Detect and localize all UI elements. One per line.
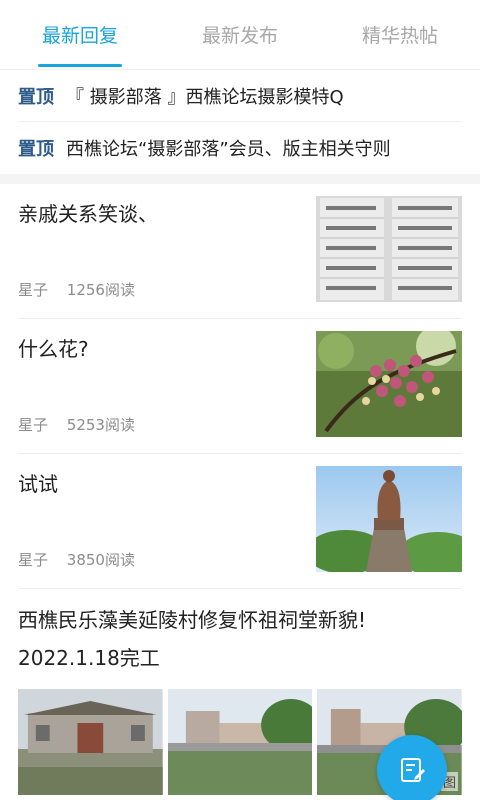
tab-latest-reply[interactable]: 最新回复 (0, 0, 160, 69)
post-item[interactable]: 什么花? 星子 5253阅读 (18, 319, 462, 454)
post-title-line: 西樵民乐藻美延陵村修复怀祖祠堂新貌! (18, 608, 367, 632)
post-meta: 星子 1256阅读 (18, 279, 135, 300)
post-author: 星子 (18, 281, 49, 299)
statue-image[interactable] (316, 466, 462, 572)
post-title: 什么花? (18, 337, 89, 361)
post-title: 亲戚关系笑谈、 (18, 202, 158, 226)
post-item[interactable]: 亲戚关系笑谈、 星子 1256阅读 (18, 184, 462, 319)
post-item[interactable]: 试试 星子 3850阅读 (18, 454, 462, 589)
post-title-line: 2022.1.18完工 (18, 646, 160, 670)
post-meta: 星子 5253阅读 (18, 414, 135, 435)
pinned-item[interactable]: 置顶 『 摄影部落 』西樵论坛摄影模特Q (18, 70, 462, 122)
pinned-tag: 置顶 (18, 139, 54, 160)
post-author: 星子 (18, 551, 49, 569)
pinned-tag: 置顶 (18, 86, 54, 108)
post-reads: 5253阅读 (66, 416, 135, 434)
pinned-title: 西樵论坛“摄影部落”会员、版主相关守则 (66, 139, 391, 160)
tab-latest-post[interactable]: 最新发布 (160, 0, 320, 69)
tab-bar: 最新回复 最新发布 精华热帖 (0, 0, 480, 70)
post-reads: 3850阅读 (66, 551, 135, 569)
pinned-title: 『 摄影部落 』西樵论坛摄影模特Q (66, 86, 344, 108)
post-meta: 星子 3850阅读 (18, 549, 135, 570)
pinned-item[interactable]: 置顶 西樵论坛“摄影部落”会员、版主相关守则 (18, 122, 462, 174)
section-divider (0, 174, 480, 184)
pinned-list: 置顶 『 摄影部落 』西樵论坛摄影模特Q 置顶 西樵论坛“摄影部落”会员、版主相… (0, 70, 480, 174)
post-author: 星子 (18, 416, 49, 434)
pond-building-image[interactable] (167, 689, 313, 795)
tab-featured[interactable]: 精华热帖 (320, 0, 480, 69)
text-table-image[interactable] (316, 196, 462, 302)
post-list: 亲戚关系笑谈、 星子 1256阅读 什么花? 星子 5253阅读 试试 星子 3… (0, 184, 480, 795)
post-reads: 1256阅读 (66, 281, 135, 299)
flower-image[interactable] (316, 331, 462, 437)
post-title: 西樵民乐藻美延陵村修复怀祖祠堂新貌! 2022.1.18完工 (18, 589, 462, 677)
compose-icon (401, 758, 425, 782)
ancestral-hall-image[interactable] (18, 689, 163, 795)
post-title: 试试 (18, 472, 58, 496)
compose-button[interactable] (377, 735, 447, 800)
